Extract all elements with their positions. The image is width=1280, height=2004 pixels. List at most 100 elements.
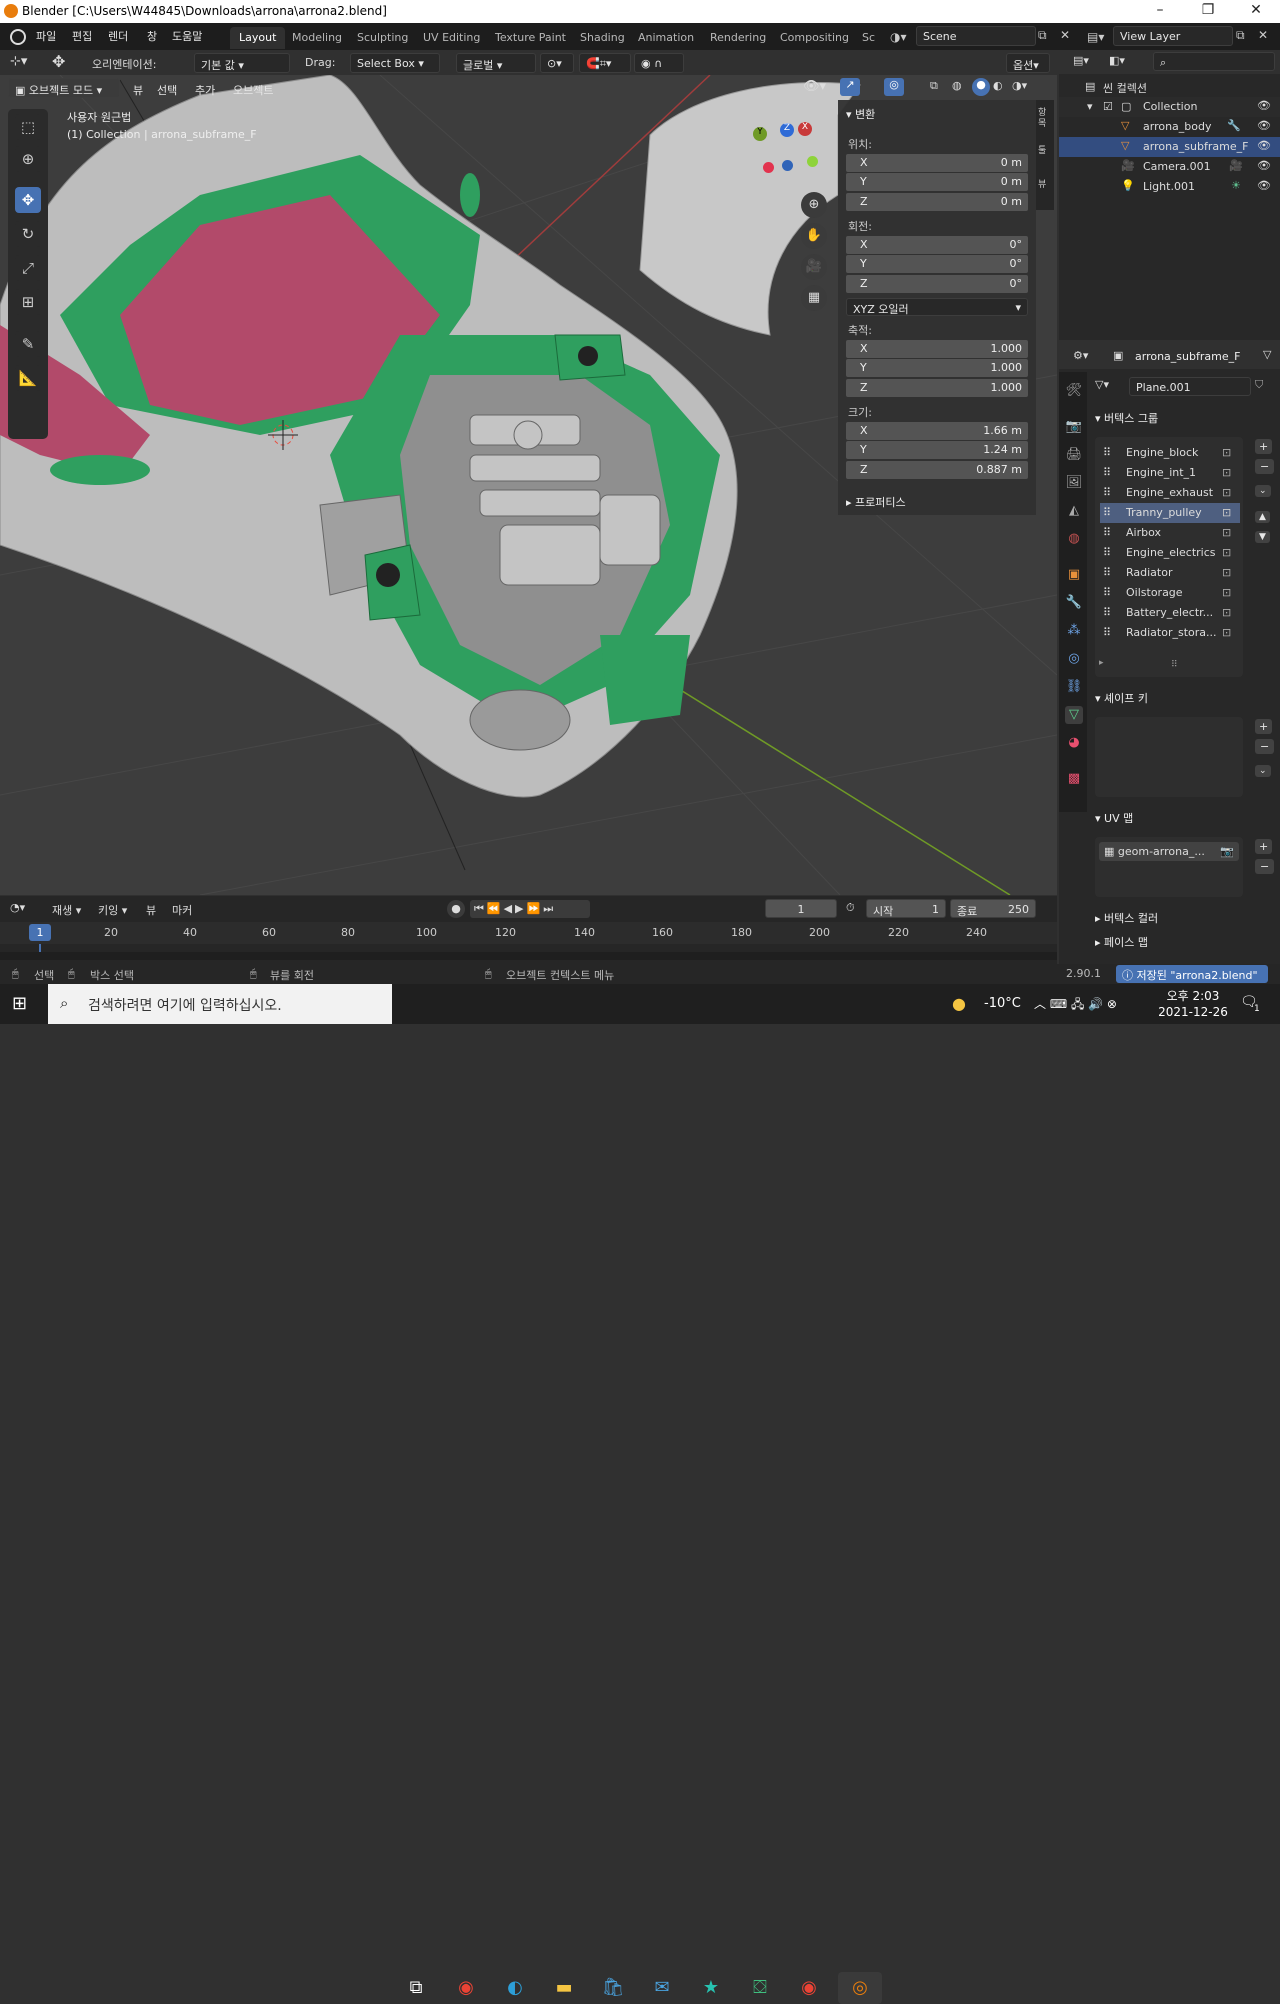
vertex-group-remove-button[interactable]: − [1255,459,1275,474]
view-layer-copy-icon[interactable]: ⧉ [1236,28,1245,43]
particles-tab-icon[interactable]: ⁂ [1065,622,1083,640]
scene-copy-icon[interactable]: ⧉ [1038,28,1047,43]
vertex-group-item[interactable]: ⠿ Airbox ⊡ [1100,523,1240,543]
object-tab-icon[interactable]: ▣ [1065,566,1083,584]
eye-icon[interactable]: 👁 [1257,99,1271,112]
solid-shading-icon[interactable]: ● [972,78,990,96]
properties-panel-header[interactable]: ▸ 프로퍼티스 [846,494,906,510]
windows-start-icon[interactable]: ⊞ [12,994,32,1014]
scene-name-field[interactable]: Scene [916,26,1036,46]
marker-menu[interactable]: 마커 [172,902,192,918]
transform-panel-header[interactable]: ▾ 변환 [846,106,875,122]
workspace-tab-rendering[interactable]: Rendering [701,27,775,49]
dimensions-z-field[interactable]: Z 0.887 m [846,461,1028,479]
workspace-tab-scripting[interactable]: Sc [853,27,884,49]
workspace-tab-layout[interactable]: Layout [230,27,286,49]
outliner-item-light[interactable]: 💡 Light.001 ☀ 👁 [1059,177,1280,197]
view-menu[interactable]: 뷰 [126,79,150,101]
location-z-field[interactable]: Z0 m [846,193,1028,211]
tool-icon[interactable]: ⊹▾ [10,54,27,69]
eye-icon[interactable]: 👁 [1257,119,1271,132]
select-menu[interactable]: 선택 [150,79,184,101]
outliner-scene-collection[interactable]: ▤ 씬 컬렉션 [1059,77,1280,97]
add-menu[interactable]: 추가 [188,79,222,101]
navigation-gizmo[interactable]: Y Z X [750,120,825,195]
menu-help[interactable]: 도움말 [172,28,202,44]
properties-editor-type-icon[interactable]: ⚙▾ [1073,349,1088,362]
record-icon[interactable]: ● [447,900,465,918]
close-icon[interactable]: ✕ [1236,2,1276,18]
playback-menu[interactable]: 재생 ▾ [52,902,81,918]
task-view-icon[interactable]: ⧉ [400,1972,432,2004]
pan-hand-icon[interactable]: ✋ [801,223,827,249]
object-menu[interactable]: 오브젝트 [226,79,280,101]
file-explorer-icon[interactable]: ▬ [548,1972,580,2004]
move-tool-button-icon[interactable]: ✥ [15,187,41,213]
list-resize-handle-icon[interactable]: ⠿ [1171,660,1178,670]
camera-view-icon[interactable]: 🎥 [801,254,827,280]
menu-window[interactable]: 창 [147,28,157,44]
list-expand-icon[interactable]: ▸ [1099,658,1104,668]
location-x-field[interactable]: X0 m [846,154,1028,172]
outliner-search-input[interactable]: ⌕ [1153,52,1275,71]
vertex-group-move-up-button[interactable]: ▲ [1255,511,1270,523]
gizmo-y-icon[interactable]: Y [753,127,767,141]
preview-range-stopwatch-icon[interactable]: ⏱ [846,901,855,915]
timeline-view-menu[interactable]: 뷰 [146,902,156,918]
mesh-browse-icon[interactable]: ▽▾ [1095,378,1109,391]
vertex-group-specials-button[interactable]: ⌄ [1255,485,1271,497]
vertex-group-item[interactable]: ⠿ Radiator ⊡ [1100,563,1240,583]
outliner-item-arrona-subframe[interactable]: ▽ arrona_subframe_F 👁 [1059,137,1280,157]
rendered-shading-icon[interactable]: ◑▾ [1012,79,1027,92]
vertex-group-item[interactable]: ⠿ Radiator_stora... ⊡ [1100,623,1240,643]
app-ruler-icon[interactable]: ⛋ [744,1972,776,2004]
vertex-group-move-down-button[interactable]: ▼ [1255,531,1270,543]
uv-maps-header[interactable]: ▾ UV 맵 [1095,810,1133,826]
rotation-z-field[interactable]: Z 0° [846,275,1028,293]
workspace-tab-texture-paint[interactable]: Texture Paint [486,27,575,49]
lock-icon[interactable]: ⊡ [1222,466,1231,479]
gizmo-neg-z-icon[interactable] [782,160,793,171]
checkbox-icon[interactable]: ☑ [1103,100,1113,113]
editor-type-icon[interactable]: ▤▾ [1073,54,1089,67]
gizmo-toggle-icon[interactable]: ↗ [840,78,860,96]
output-tab-icon[interactable]: 🖨 [1065,446,1083,464]
vertex-group-item[interactable]: ⠿ Engine_block ⊡ [1100,443,1240,463]
scale-x-field[interactable]: X 1.000 [846,340,1028,358]
view-layer-remove-icon[interactable]: ✕ [1258,28,1268,42]
vertex-group-item[interactable]: ⠿ Oilstorage ⊡ [1100,583,1240,603]
uv-map-remove-button[interactable]: − [1255,859,1275,874]
saved-report[interactable]: ⓘ 저장된 "arrona2.blend" [1116,965,1268,983]
blender-taskbar-icon[interactable]: ◎ [838,1972,882,2004]
view-layer-browse-icon[interactable]: ▤▾ [1084,27,1112,47]
shape-key-remove-button[interactable]: − [1255,739,1275,754]
menu-render[interactable]: 렌더 [108,28,128,44]
view-layer-field[interactable]: View Layer [1113,26,1233,46]
measure-tool-icon[interactable]: 📐 [15,365,41,391]
scale-y-field[interactable]: Y 1.000 [846,359,1028,377]
gizmo-neg-x-icon[interactable] [763,162,774,173]
zoom-icon[interactable]: ⊕ [801,192,827,218]
playback-controls[interactable]: ⏮⏪◀▶⏩⏭ [470,900,590,918]
dimensions-x-field[interactable]: X 1.66 m [846,422,1028,440]
vertex-group-item[interactable]: ⠿ Engine_exhaust ⊡ [1100,483,1240,503]
lock-icon[interactable]: ⊡ [1222,586,1231,599]
vertex-group-item-selected[interactable]: ⠿ Tranny_pulley ⊡ [1100,503,1240,523]
scale-tool-icon[interactable]: ⤢ [15,255,41,281]
cursor-tool-icon[interactable]: ⊕ [15,146,41,172]
transform-orientation-dropdown[interactable]: 글로벌 ▾ [456,53,536,73]
options-dropdown[interactable]: 옵션▾ [1006,53,1050,73]
vertex-group-item[interactable]: ⠿ Engine_electrics ⊡ [1100,543,1240,563]
active-render-camera-icon[interactable]: 📷 [1220,845,1234,858]
outliner-item-collection[interactable]: ▾ ☑ ▢ Collection 👁 [1059,97,1280,117]
select-box-tool-icon[interactable]: ⬚ [15,114,41,140]
lock-icon[interactable]: ⊡ [1222,506,1231,519]
chrome-second-icon[interactable]: ◉ [793,1972,825,2004]
scene-remove-icon[interactable]: ✕ [1060,28,1070,42]
orientation-dropdown[interactable]: 기본 값 ▾ [194,53,290,73]
view-layer-tab-icon[interactable]: 🖼 [1065,474,1083,492]
world-tab-icon[interactable]: ◍ [1065,530,1083,548]
face-maps-header[interactable]: ▸ 페이스 맵 [1095,934,1148,950]
constraints-tab-icon[interactable]: ⛓ [1065,678,1083,696]
start-frame-field[interactable]: 시작 1 [866,899,946,918]
